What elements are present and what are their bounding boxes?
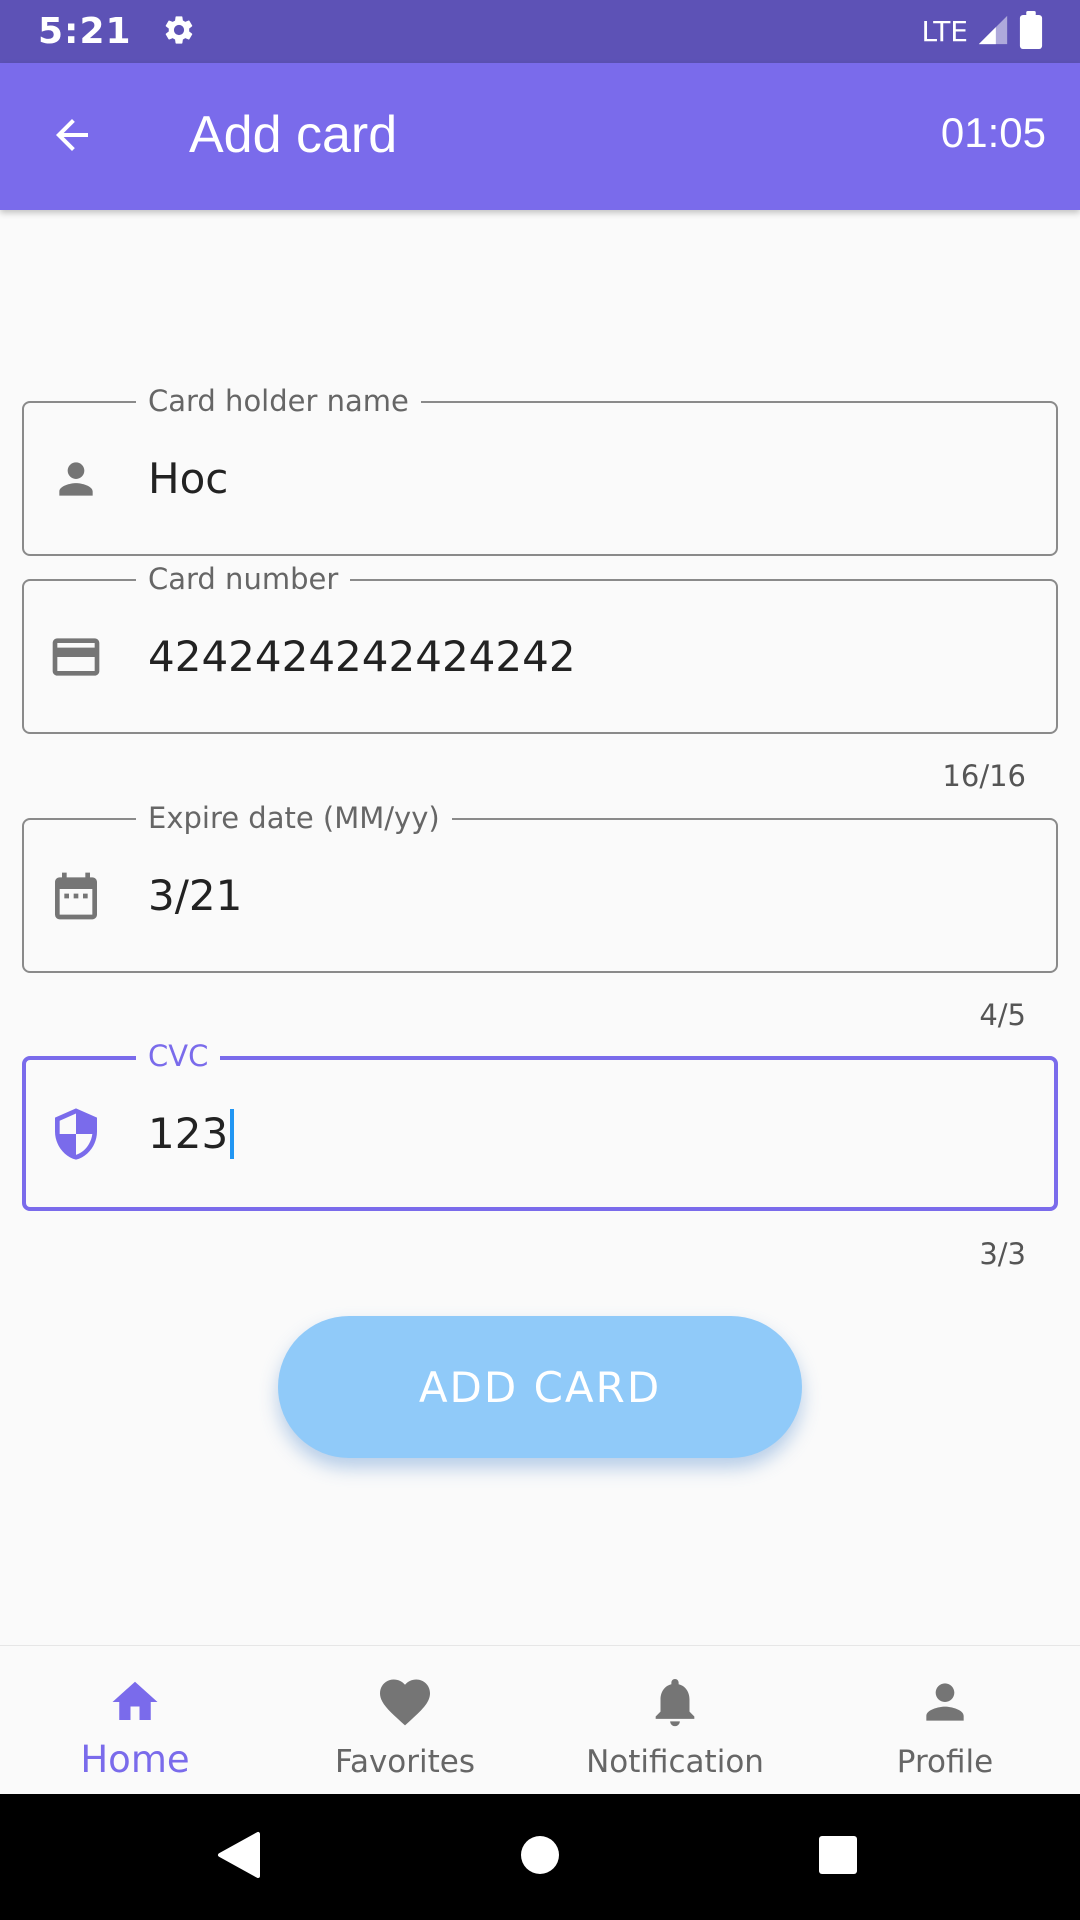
heart-icon [375,1674,435,1730]
card-number-counter: 16/16 [942,759,1026,793]
square-recents-icon [817,1834,859,1880]
nav-label-notification: Notification [586,1744,764,1780]
signal-icon [976,13,1010,51]
circle-home-icon [519,1834,561,1880]
card-number-input[interactable]: 4242424242424242 [148,632,576,682]
settings-icon [162,13,196,51]
timer-text: 01:05 [940,109,1046,156]
cvc-field[interactable]: CVC 123 [22,1038,1058,1211]
cvc-input-text: 123 [148,1108,229,1158]
page-title: Add card [189,106,398,164]
status-time: 5:21 [38,11,132,52]
person-icon [917,1674,973,1730]
system-back-button[interactable] [176,1794,302,1920]
nav-item-favorites[interactable]: Favorites [270,1646,540,1794]
status-bar: 5:21 LTE [0,0,1080,63]
cvc-input[interactable]: 123 [148,1108,235,1159]
calendar-icon [48,868,104,924]
card-holder-field[interactable]: Card holder name Hoc [22,383,1058,556]
expire-date-label: Expire date (MM/yy) [136,800,452,836]
expire-date-counter: 4/5 [979,998,1026,1032]
nav-label-home: Home [80,1738,190,1781]
cvc-label: CVC [136,1038,221,1074]
arrow-back-icon [48,111,96,163]
expire-date-field[interactable]: Expire date (MM/yy) 3/21 [22,800,1058,973]
card-holder-input[interactable]: Hoc [148,454,228,504]
app-bar: Add card 01:05 [0,63,1080,210]
cvc-counter: 3/3 [979,1237,1026,1271]
back-button[interactable] [30,95,114,179]
expire-date-input[interactable]: 3/21 [148,871,242,921]
home-icon [108,1674,162,1730]
text-cursor [230,1108,235,1159]
add-card-button[interactable]: ADD CARD [278,1316,802,1458]
card-number-label: Card number [136,561,351,597]
shield-icon [48,1106,104,1162]
nav-item-home[interactable]: Home [0,1646,270,1794]
system-home-button[interactable] [477,1794,603,1920]
bell-icon [646,1674,704,1730]
network-type: LTE [921,15,968,48]
nav-label-favorites: Favorites [334,1744,476,1780]
triangle-back-icon [216,1830,262,1884]
battery-icon [1018,10,1044,53]
bottom-navigation: Home Favorites Notification Profile [0,1645,1080,1794]
nav-label-profile: Profile [896,1744,994,1780]
person-icon [48,451,104,507]
nav-item-profile[interactable]: Profile [810,1646,1080,1794]
nav-item-notification[interactable]: Notification [540,1646,810,1794]
credit-card-icon [48,629,104,685]
card-number-field[interactable]: Card number 4242424242424242 [22,561,1058,734]
card-holder-label: Card holder name [136,383,421,419]
system-navigation-bar [0,1794,1080,1920]
system-recents-button[interactable] [775,1794,901,1920]
